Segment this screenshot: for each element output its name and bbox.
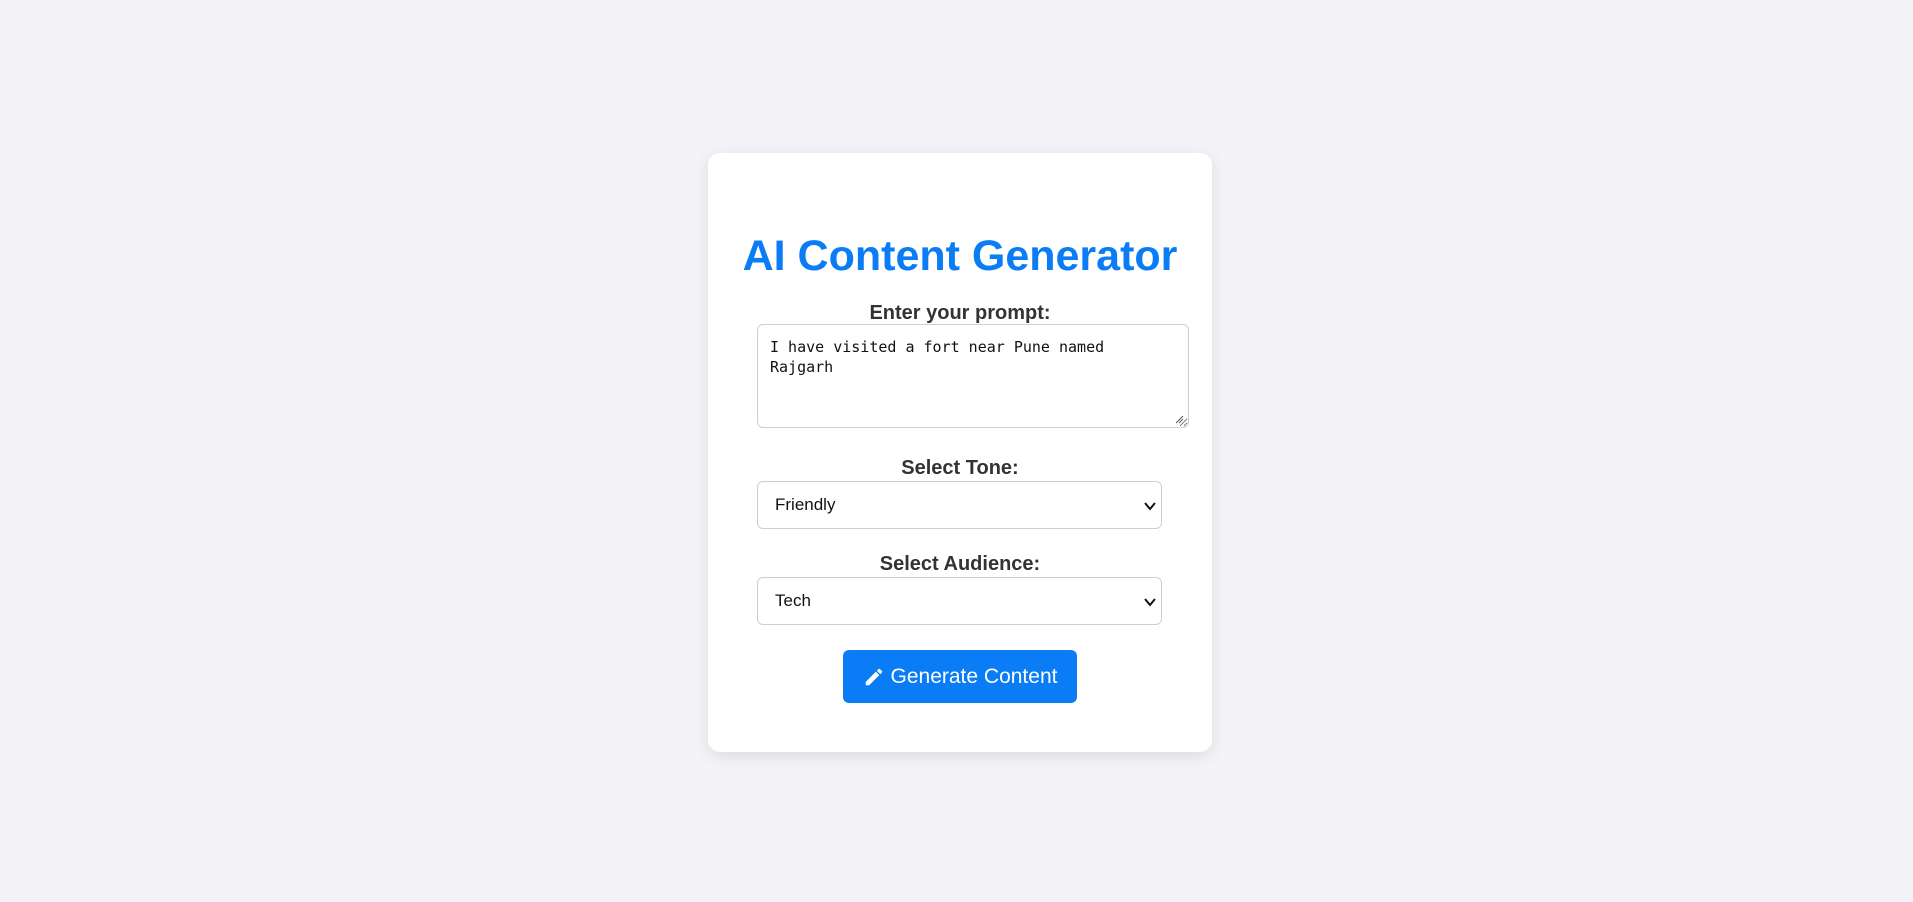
content-generator-card: AI Content Generator Enter your prompt: …	[708, 153, 1212, 752]
chevron-down-icon	[1144, 502, 1156, 511]
prompt-label: Enter your prompt:	[869, 302, 1051, 324]
audience-label: Select Audience:	[879, 553, 1041, 575]
generate-content-label: Generate Content	[890, 664, 1058, 688]
pencil-icon	[865, 668, 882, 685]
tone-label: Select Tone:	[901, 457, 1019, 479]
page-title: AI Content Generator	[742, 232, 1178, 280]
audience-select[interactable]: Tech	[757, 577, 1162, 625]
chevron-down-icon	[1144, 598, 1156, 607]
tone-selected-value: Friendly	[775, 495, 836, 514]
audience-selected-value: Tech	[775, 591, 811, 610]
prompt-textarea[interactable]: I have visited a fort near Pune named Ra…	[757, 324, 1189, 428]
tone-select[interactable]: Friendly	[757, 481, 1162, 529]
generate-content-button[interactable]: Generate Content	[843, 650, 1077, 703]
